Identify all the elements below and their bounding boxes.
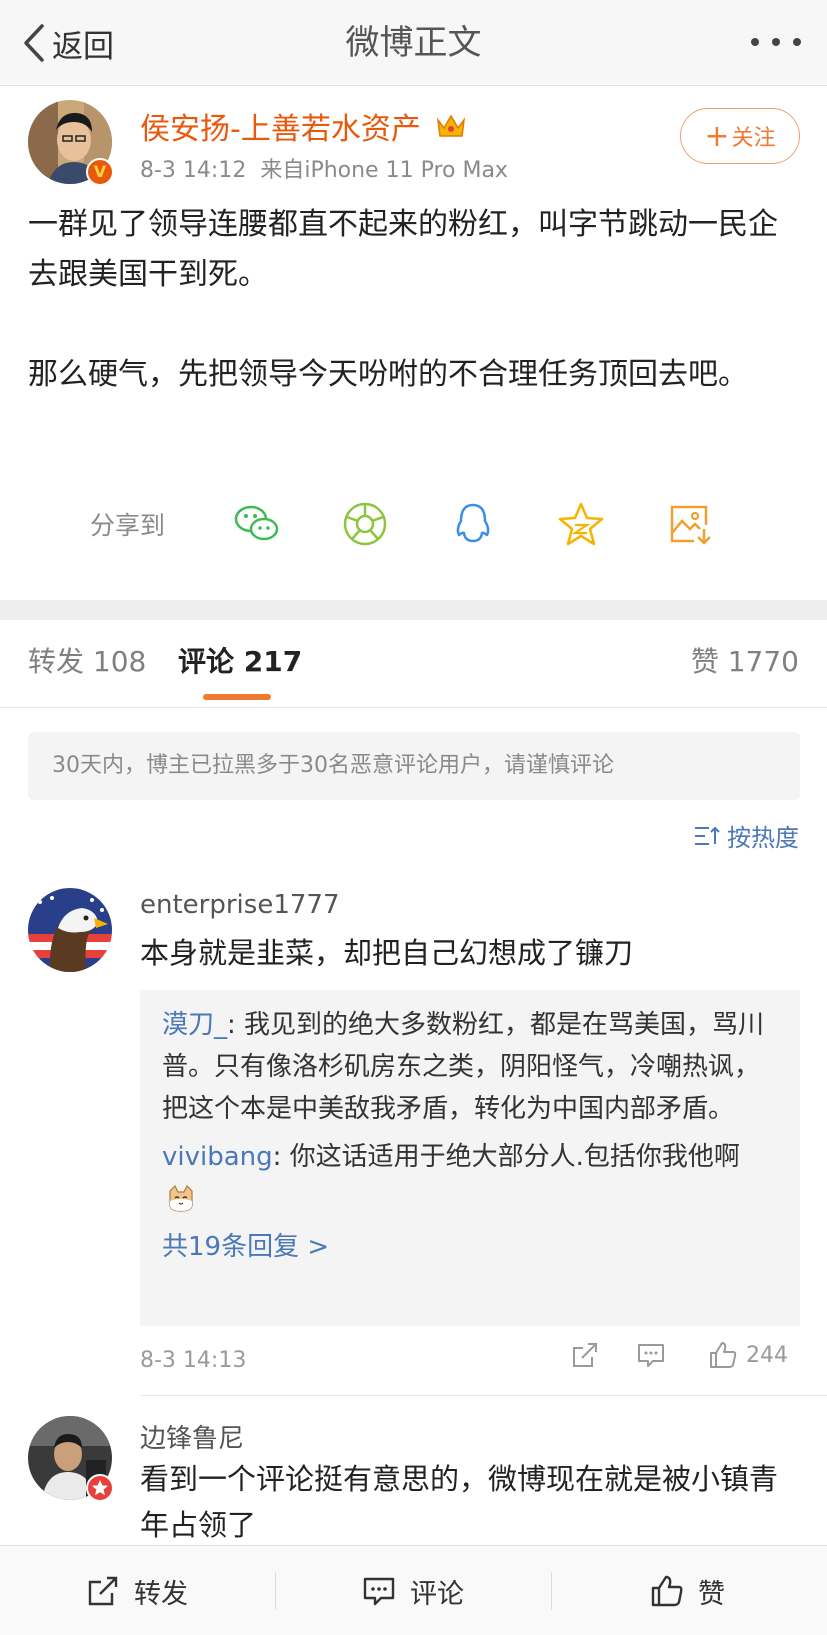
follow-button[interactable]: + 关注 xyxy=(680,108,800,164)
save-image-icon xyxy=(670,505,711,545)
tab-comments[interactable]: 评论 217 xyxy=(178,640,302,680)
share-moments-button[interactable] xyxy=(338,497,392,551)
repost-label: 转发 xyxy=(134,1578,188,1610)
share-wechat-button[interactable] xyxy=(230,497,284,551)
comment-label: 评论 xyxy=(410,1578,464,1610)
post-paragraph: 那么硬气，先把领导今天吩咐的不合理任务顶回去吧。 xyxy=(28,357,748,392)
commenter-name[interactable]: 边锋鲁尼 xyxy=(140,1418,244,1455)
reply-box: 漠刀_: 我见到的绝大多数粉红，都是在骂美国，骂川普。只有像洛杉矶房东之类，阴阳… xyxy=(140,990,800,1326)
comment-text: 看到一个评论挺有意思的，微博现在就是被小镇青年占领了 xyxy=(140,1462,779,1542)
comment-text: 本身就是韭菜，却把自己幻想成了镰刀 xyxy=(140,936,634,970)
share-out-icon xyxy=(88,1576,118,1606)
qq-icon xyxy=(456,503,490,543)
share-save-image-button[interactable] xyxy=(662,497,716,551)
bar-separator xyxy=(275,1572,276,1610)
cat-emoji-icon xyxy=(169,1184,193,1212)
vip-crown-icon xyxy=(436,114,466,137)
like-label: 赞 xyxy=(698,1578,725,1610)
sort-icon xyxy=(695,826,720,845)
share-out-icon xyxy=(573,1343,597,1367)
post-body: 一群见了领导连腰都直不起来的粉红，叫字节跳动一民企去跟美国干到死。 那么硬气，先… xyxy=(28,200,798,450)
thumbs-up-icon xyxy=(710,1342,737,1368)
comment-divider xyxy=(140,1395,827,1396)
reply-text: : 我见到的绝大多数粉红，都是在骂美国，骂川普。只有像洛杉矶房东之类，阴阳怪气，… xyxy=(162,1010,765,1124)
comment-time: 8-3 14:13 xyxy=(140,1348,247,1373)
comment-like-count: 244 xyxy=(746,1342,788,1368)
share-qq-button[interactable] xyxy=(446,497,500,551)
verified-badge-icon: V xyxy=(86,158,114,186)
top-nav-bar: 返回 微博正文 xyxy=(0,0,827,86)
wechat-icon xyxy=(234,505,279,541)
post-paragraph: 一群见了领导连腰都直不起来的粉红，叫字节跳动一民企去跟美国干到死。 xyxy=(28,207,778,292)
reply-text: : 你这话适用于绝大部分人.包括你我他啊 xyxy=(272,1142,740,1172)
bottom-action-bar: 转发 评论 赞 xyxy=(0,1545,827,1635)
like-button[interactable]: 赞 xyxy=(650,1546,725,1635)
comment-like-button[interactable]: 244 xyxy=(708,1340,788,1370)
repost-button[interactable]: 转发 xyxy=(86,1546,188,1635)
comment-notice: 30天内，博主已拉黑多于30名恶意评论用户，请谨慎评论 xyxy=(28,732,800,800)
tab-repost[interactable]: 转发 108 xyxy=(28,640,146,680)
comment-bubble-icon xyxy=(363,1577,395,1606)
sort-label: 按热度 xyxy=(727,824,799,852)
section-divider xyxy=(0,600,827,620)
reply-user[interactable]: vivibang xyxy=(162,1142,273,1172)
post-meta: 8-3 14:12 来自iPhone 11 Pro Max xyxy=(140,152,508,184)
vip-badge-icon xyxy=(86,1474,114,1502)
commenter-avatar[interactable] xyxy=(28,888,112,972)
more-menu-button[interactable] xyxy=(751,30,801,54)
post-time: 8-3 14:12 xyxy=(140,158,247,183)
more-dots-icon xyxy=(751,38,759,46)
reply-item: vivibang: 你这话适用于绝大部分人.包括你我他啊 xyxy=(162,1136,778,1220)
qzone-icon xyxy=(558,502,604,546)
sort-by-hot-button[interactable]: 按热度 xyxy=(693,818,799,853)
tab-likes[interactable]: 赞 1770 xyxy=(691,640,799,680)
share-qzone-button[interactable] xyxy=(554,497,608,551)
comment-reply-button[interactable] xyxy=(636,1340,666,1370)
post-source: 来自iPhone 11 Pro Max xyxy=(260,158,508,183)
reply-item: 漠刀_: 我见到的绝大多数粉红，都是在骂美国，骂川普。只有像洛杉矶房东之类，阴阳… xyxy=(162,1004,778,1130)
commenter-name[interactable]: enterprise1777 xyxy=(140,890,339,920)
comment-share-button[interactable] xyxy=(570,1340,600,1370)
share-row: 分享到 xyxy=(90,500,770,548)
moments-icon xyxy=(343,502,387,546)
share-label: 分享到 xyxy=(90,511,166,540)
author-name[interactable]: 侯安扬-上善若水资产 xyxy=(140,104,421,148)
plus-icon: + xyxy=(704,118,730,154)
view-more-replies-link[interactable]: 共19条回复 > xyxy=(162,1226,778,1268)
thumbs-up-icon xyxy=(651,1575,683,1607)
active-tab-indicator xyxy=(203,694,271,700)
page-title: 微博正文 xyxy=(345,23,482,63)
tabs-divider xyxy=(0,707,827,708)
comment-bubble-icon xyxy=(638,1344,664,1367)
comment-button[interactable]: 评论 xyxy=(362,1546,464,1635)
bar-separator xyxy=(551,1572,552,1610)
follow-label: 关注 xyxy=(731,126,776,151)
reply-user[interactable]: 漠刀_ xyxy=(162,1010,227,1040)
